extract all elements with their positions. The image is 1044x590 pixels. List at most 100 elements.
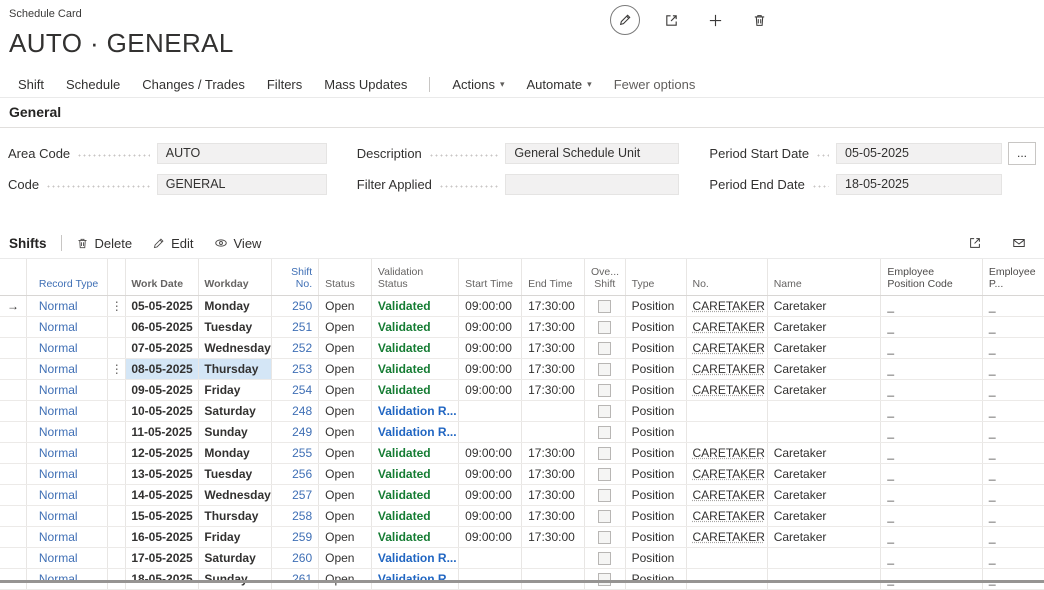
record-type-cell[interactable]: Normal (26, 295, 107, 316)
record-type-cell[interactable]: Normal (26, 337, 107, 358)
period-start-date-input[interactable]: 05-05-2025 (836, 143, 1002, 164)
end-time-cell[interactable] (522, 547, 585, 568)
work-date-cell[interactable]: 16-05-2025 (126, 526, 199, 547)
record-type-cell[interactable]: Normal (26, 526, 107, 547)
workday-cell[interactable]: Tuesday (199, 463, 272, 484)
status-cell[interactable]: Open (319, 421, 372, 442)
row-menu-icon[interactable] (108, 379, 126, 400)
shift-no-cell[interactable]: 249 (272, 421, 319, 442)
status-cell[interactable]: Open (319, 442, 372, 463)
shift-no-cell[interactable]: 255 (272, 442, 319, 463)
row-menu-icon[interactable] (108, 463, 126, 484)
workday-cell[interactable]: Friday (199, 526, 272, 547)
validation-status-cell[interactable]: Validated (371, 337, 458, 358)
employee-p-cell[interactable]: _ (982, 547, 1044, 568)
type-cell[interactable]: Position (625, 379, 686, 400)
employee-p-cell[interactable]: _ (982, 442, 1044, 463)
work-date-cell[interactable]: 17-05-2025 (126, 547, 199, 568)
type-cell[interactable]: Position (625, 526, 686, 547)
period-end-date-input[interactable]: 18-05-2025 (836, 174, 1002, 195)
end-time-cell[interactable]: 17:30:00 (522, 379, 585, 400)
workday-cell[interactable]: Monday (199, 442, 272, 463)
start-time-cell[interactable]: 09:00:00 (459, 295, 522, 316)
work-date-cell[interactable]: 10-05-2025 (126, 400, 199, 421)
workday-cell[interactable]: Monday (199, 295, 272, 316)
status-cell[interactable]: Open (319, 400, 372, 421)
start-time-cell[interactable]: 09:00:00 (459, 526, 522, 547)
shift-no-cell[interactable]: 260 (272, 547, 319, 568)
end-time-cell[interactable]: 17:30:00 (522, 505, 585, 526)
position-name-cell[interactable] (767, 400, 881, 421)
work-date-cell[interactable]: 12-05-2025 (126, 442, 199, 463)
shift-no-cell[interactable]: 256 (272, 463, 319, 484)
shift-no-cell[interactable]: 254 (272, 379, 319, 400)
table-row[interactable]: Normal 18-05-2025 Sunday 261 Open Valida… (0, 568, 1044, 589)
workday-cell[interactable]: Thursday (199, 505, 272, 526)
status-cell[interactable]: Open (319, 547, 372, 568)
position-no-cell[interactable] (686, 568, 767, 589)
employee-p-cell[interactable]: _ (982, 358, 1044, 379)
header-shift-no[interactable]: Shift No. (272, 259, 319, 295)
row-menu-icon[interactable] (108, 505, 126, 526)
menu-item-shift[interactable]: Shift (18, 77, 44, 92)
position-no-cell[interactable]: CARETAKER (686, 526, 767, 547)
overnight-shift-checkbox[interactable] (598, 447, 611, 460)
type-cell[interactable]: Position (625, 358, 686, 379)
employee-p-cell[interactable]: _ (982, 379, 1044, 400)
status-cell[interactable]: Open (319, 379, 372, 400)
overnight-shift-checkbox[interactable] (598, 468, 611, 481)
status-cell[interactable]: Open (319, 526, 372, 547)
position-name-cell[interactable]: Caretaker (767, 463, 881, 484)
validation-status-cell[interactable]: Validated (371, 379, 458, 400)
overnight-shift-checkbox[interactable] (598, 426, 611, 439)
delete-rows-button[interactable]: Delete (76, 236, 133, 251)
shift-no-cell[interactable]: 252 (272, 337, 319, 358)
start-time-cell[interactable]: 09:00:00 (459, 442, 522, 463)
employee-position-code-cell[interactable]: _ (881, 526, 982, 547)
type-cell[interactable]: Position (625, 295, 686, 316)
record-type-cell[interactable]: Normal (26, 421, 107, 442)
work-date-cell[interactable]: 13-05-2025 (126, 463, 199, 484)
employee-position-code-cell[interactable]: _ (881, 442, 982, 463)
employee-p-cell[interactable]: _ (982, 400, 1044, 421)
type-cell[interactable]: Position (625, 505, 686, 526)
row-menu-icon[interactable] (108, 421, 126, 442)
position-name-cell[interactable] (767, 568, 881, 589)
description-input[interactable]: General Schedule Unit (505, 143, 679, 164)
type-cell[interactable]: Position (625, 337, 686, 358)
workday-cell[interactable]: Friday (199, 379, 272, 400)
table-row[interactable]: → Normal ⋮ 05-05-2025 Monday 250 Open Va… (0, 295, 1044, 316)
shift-no-cell[interactable]: 251 (272, 316, 319, 337)
work-date-cell[interactable]: 07-05-2025 (126, 337, 199, 358)
end-time-cell[interactable]: 17:30:00 (522, 295, 585, 316)
position-name-cell[interactable] (767, 547, 881, 568)
table-row[interactable]: Normal 10-05-2025 Saturday 248 Open Vali… (0, 400, 1044, 421)
status-cell[interactable]: Open (319, 484, 372, 505)
view-rows-button[interactable]: View (214, 236, 262, 251)
end-time-cell[interactable] (522, 568, 585, 589)
position-name-cell[interactable]: Caretaker (767, 505, 881, 526)
validation-status-cell[interactable]: Validation R... (371, 547, 458, 568)
position-name-cell[interactable]: Caretaker (767, 295, 881, 316)
code-input[interactable]: GENERAL (157, 174, 327, 195)
header-record-type[interactable]: Record Type (26, 259, 107, 295)
validation-status-cell[interactable]: Validated (371, 526, 458, 547)
position-name-cell[interactable]: Caretaker (767, 442, 881, 463)
employee-position-code-cell[interactable]: _ (881, 337, 982, 358)
overnight-shift-checkbox[interactable] (598, 489, 611, 502)
position-no-cell[interactable]: CARETAKER (686, 505, 767, 526)
status-cell[interactable]: Open (319, 505, 372, 526)
position-name-cell[interactable]: Caretaker (767, 526, 881, 547)
overnight-shift-checkbox[interactable] (598, 531, 611, 544)
header-employee-p[interactable]: Employee P... (982, 259, 1044, 295)
employee-p-cell[interactable]: _ (982, 421, 1044, 442)
table-row[interactable]: Normal 16-05-2025 Friday 259 Open Valida… (0, 526, 1044, 547)
menu-dropdown-actions[interactable]: Actions ▾ (452, 77, 504, 92)
employee-position-code-cell[interactable]: _ (881, 400, 982, 421)
record-type-cell[interactable]: Normal (26, 463, 107, 484)
work-date-cell[interactable]: 08-05-2025 (126, 358, 199, 379)
add-button[interactable] (702, 7, 728, 33)
menu-item-mass-updates[interactable]: Mass Updates (324, 77, 407, 92)
record-type-cell[interactable]: Normal (26, 547, 107, 568)
overnight-shift-checkbox[interactable] (598, 342, 611, 355)
